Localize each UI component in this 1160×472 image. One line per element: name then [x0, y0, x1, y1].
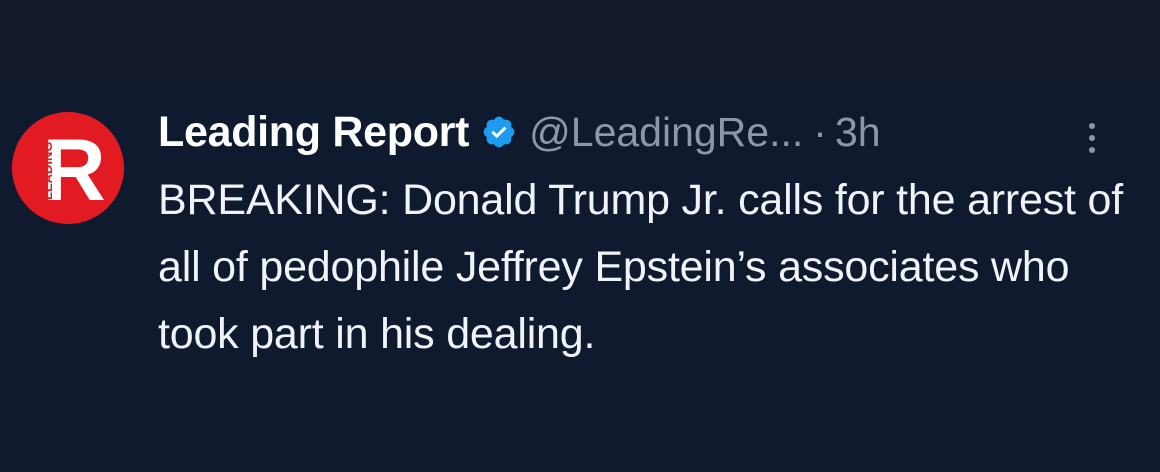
tweet-header: Leading Report @LeadingRe... · 3h	[158, 104, 881, 160]
more-vertical-icon[interactable]	[1080, 118, 1104, 158]
handle[interactable]: @LeadingRe...	[529, 109, 803, 156]
leading-report-logo-icon: R LEADING	[12, 112, 124, 224]
verified-badge-icon	[481, 114, 517, 150]
separator-dot: ·	[813, 108, 827, 155]
tweet-text: BREAKING: Donald Trump Jr. calls for the…	[158, 176, 1124, 358]
avatar-word: LEADING	[40, 142, 55, 201]
timestamp[interactable]: 3h	[835, 109, 881, 156]
avatar[interactable]: R LEADING	[12, 112, 124, 224]
display-name[interactable]: Leading Report	[158, 108, 469, 157]
top-bar	[0, 0, 1160, 82]
tweet-card[interactable]: R LEADING Leading Report @LeadingRe... ·…	[0, 82, 1160, 472]
